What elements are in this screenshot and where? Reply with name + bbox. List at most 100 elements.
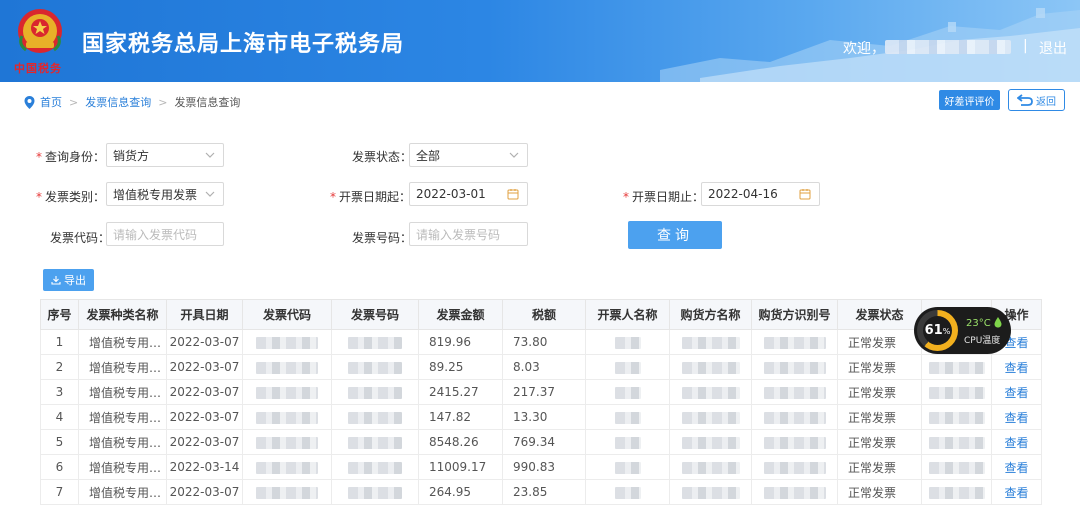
cell-status: 正常发票 bbox=[837, 354, 922, 380]
calendar-icon bbox=[507, 189, 519, 200]
cell-code-redacted bbox=[242, 404, 332, 430]
invoice-type-select[interactable]: 增值税专用发票 bbox=[106, 182, 224, 206]
col-header-number: 发票号码 bbox=[331, 299, 419, 330]
chevron-down-icon bbox=[205, 152, 215, 158]
cell-date: 2022-03-07 bbox=[166, 354, 243, 380]
back-button[interactable]: 返回 bbox=[1008, 89, 1065, 111]
cell-code-redacted bbox=[242, 329, 332, 355]
type-label-text: 发票类别： bbox=[45, 190, 106, 204]
cell-date: 2022-03-07 bbox=[166, 429, 243, 455]
header-separator: | bbox=[1023, 38, 1028, 54]
cpu-monitor-widget[interactable]: 61% 23°C CPU温度 bbox=[914, 307, 1011, 354]
status-select[interactable]: 全部 bbox=[409, 143, 528, 167]
invoice-type-select-value: 增值税专用发票 bbox=[113, 187, 198, 202]
invoice-code-label: 发票代码： bbox=[50, 231, 111, 245]
calendar-icon bbox=[799, 189, 811, 200]
cell-tax: 23.85 bbox=[502, 479, 586, 505]
cell-index: 3 bbox=[40, 379, 79, 405]
invoice-code-input[interactable]: 请输入发票代码 bbox=[106, 222, 224, 246]
view-link[interactable]: 查看 bbox=[991, 454, 1042, 480]
start-date-value: 2022-03-01 bbox=[416, 187, 486, 201]
top-header: 中国税务 国家税务总局上海市电子税务局 欢迎， | 退出 bbox=[0, 0, 1080, 82]
cell-number-redacted bbox=[331, 404, 419, 430]
identity-label-text: 查询身份： bbox=[45, 150, 106, 164]
end-date-input[interactable]: 2022-04-16 bbox=[701, 182, 820, 206]
cpu-temperature-label: CPU温度 bbox=[964, 336, 1001, 346]
cell-serial-redacted bbox=[921, 454, 992, 480]
cell-issuer-redacted bbox=[585, 454, 670, 480]
cell-buyer-name-redacted bbox=[669, 429, 752, 455]
cell-number-redacted bbox=[331, 329, 419, 355]
cell-tax: 990.83 bbox=[502, 454, 586, 480]
view-link[interactable]: 查看 bbox=[991, 479, 1042, 505]
cell-buyer-name-redacted bbox=[669, 454, 752, 480]
export-button-label: 导出 bbox=[64, 274, 86, 287]
cell-buyer-id-redacted bbox=[751, 354, 838, 380]
cell-code-redacted bbox=[242, 354, 332, 380]
query-button[interactable]: 查询 bbox=[628, 221, 722, 249]
breadcrumb-arrow: > bbox=[69, 95, 79, 109]
export-button[interactable]: 导出 bbox=[43, 269, 94, 291]
cell-buyer-name-redacted bbox=[669, 379, 752, 405]
cell-amount: 264.95 bbox=[418, 479, 503, 505]
view-link[interactable]: 查看 bbox=[991, 429, 1042, 455]
cpu-usage-ring: 61% bbox=[917, 310, 958, 351]
breadcrumb-arrow: > bbox=[158, 95, 168, 109]
evaluate-button[interactable]: 好差评评价 bbox=[939, 90, 1000, 110]
cell-index: 1 bbox=[40, 329, 79, 355]
breadcrumb-current: 发票信息查询 bbox=[174, 96, 241, 109]
site-title: 国家税务总局上海市电子税务局 bbox=[82, 32, 405, 57]
cpu-temperature: 23°C bbox=[966, 318, 991, 329]
end-date-label: * 开票日期止： bbox=[623, 188, 704, 205]
emblem-caption: 中国税务 bbox=[14, 62, 62, 75]
cell-number-redacted bbox=[331, 429, 419, 455]
cell-amount: 819.96 bbox=[418, 329, 503, 355]
cell-kind: 增值税专用… bbox=[78, 479, 167, 505]
identity-select-value: 销货方 bbox=[113, 148, 150, 163]
cell-buyer-name-redacted bbox=[669, 354, 752, 380]
end-date-label-text: 开票日期止： bbox=[632, 190, 705, 204]
back-button-label: 返回 bbox=[1036, 96, 1056, 108]
view-link[interactable]: 查看 bbox=[991, 404, 1042, 430]
cell-number-redacted bbox=[331, 354, 419, 380]
droplet-icon bbox=[994, 317, 1002, 328]
chevron-down-icon bbox=[205, 191, 215, 197]
national-emblem-icon bbox=[18, 9, 62, 53]
cell-buyer-id-redacted bbox=[751, 479, 838, 505]
breadcrumb: 首页 > 发票信息查询 > 发票信息查询 bbox=[24, 94, 240, 110]
cell-number-redacted bbox=[331, 454, 419, 480]
cell-tax: 73.80 bbox=[502, 329, 586, 355]
required-mark: * bbox=[36, 190, 42, 204]
identity-select[interactable]: 销货方 bbox=[106, 143, 224, 167]
cell-serial-redacted bbox=[921, 379, 992, 405]
cell-issuer-redacted bbox=[585, 379, 670, 405]
logout-link[interactable]: 退出 bbox=[1039, 38, 1067, 58]
cell-issuer-redacted bbox=[585, 429, 670, 455]
cell-buyer-id-redacted bbox=[751, 329, 838, 355]
invoice-number-input[interactable]: 请输入发票号码 bbox=[409, 222, 528, 246]
view-link[interactable]: 查看 bbox=[991, 379, 1042, 405]
col-header-index: 序号 bbox=[40, 299, 79, 330]
cell-amount: 8548.26 bbox=[418, 429, 503, 455]
cell-serial-redacted bbox=[921, 404, 992, 430]
cell-status: 正常发票 bbox=[837, 479, 922, 505]
cell-buyer-id-redacted bbox=[751, 404, 838, 430]
cell-issuer-redacted bbox=[585, 404, 670, 430]
breadcrumb-invoice-query-link[interactable]: 发票信息查询 bbox=[85, 94, 151, 110]
col-header-tax: 税额 bbox=[502, 299, 586, 330]
cell-amount: 2415.27 bbox=[418, 379, 503, 405]
table-header-row: 序号 发票种类名称 开具日期 发票代码 发票号码 发票金额 税额 开票人名称 购… bbox=[40, 299, 1042, 330]
start-date-input[interactable]: 2022-03-01 bbox=[409, 182, 528, 206]
username-redacted bbox=[885, 40, 1011, 54]
cell-date: 2022-03-07 bbox=[166, 379, 243, 405]
cell-tax: 769.34 bbox=[502, 429, 586, 455]
cpu-usage-unit: % bbox=[942, 327, 951, 336]
view-link[interactable]: 查看 bbox=[991, 354, 1042, 380]
cell-kind: 增值税专用… bbox=[78, 354, 167, 380]
cell-date: 2022-03-07 bbox=[166, 329, 243, 355]
type-label: * 发票类别： bbox=[36, 188, 105, 205]
breadcrumb-home-link[interactable]: 首页 bbox=[40, 94, 62, 110]
table-row: 1 增值税专用… 2022-03-07 819.96 73.80 正常发票 02… bbox=[40, 329, 1042, 355]
cell-issuer-redacted bbox=[585, 354, 670, 380]
col-header-kind: 发票种类名称 bbox=[78, 299, 167, 330]
